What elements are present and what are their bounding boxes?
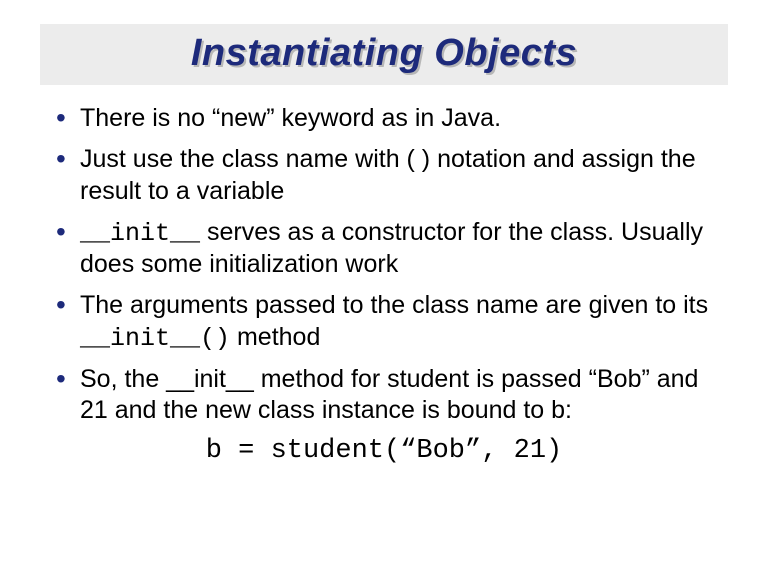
- bullet-4: The arguments passed to the class name a…: [56, 290, 712, 354]
- bullet-1-keyword: new: [220, 104, 266, 132]
- code-line: b = student(“Bob”, 21): [0, 436, 768, 466]
- bullet-4-post: method: [230, 323, 320, 351]
- bullet-5-pre: So, the __init__ method for student is p…: [80, 365, 589, 393]
- bullet-2-text: Just use the class name with ( ) notatio…: [80, 145, 696, 204]
- bullet-4-pre: The arguments passed to the class name a…: [80, 291, 708, 319]
- code-quote-close: ”: [465, 436, 481, 466]
- bullet-5-bob: Bob: [597, 365, 641, 393]
- bullet-1-post: keyword as in Java.: [275, 104, 502, 132]
- bullet-3-code: __init__: [80, 219, 200, 248]
- code-sep: , 21: [481, 436, 546, 466]
- bullet-1: There is no “new” keyword as in Java.: [56, 103, 712, 134]
- bullet-3: __init__ serves as a constructor for the…: [56, 217, 712, 281]
- bullet-4-code: __init__(): [80, 324, 230, 353]
- title-bar: Instantiating Objects: [40, 24, 728, 85]
- code-lhs: b = student(: [206, 436, 400, 466]
- bullet-5: So, the __init__ method for student is p…: [56, 364, 712, 427]
- bullet-5-quote-open: “: [589, 365, 597, 393]
- slide-title: Instantiating Objects: [40, 32, 728, 75]
- bullet-list: There is no “new” keyword as in Java. Ju…: [56, 103, 712, 426]
- bullet-2: Just use the class name with ( ) notatio…: [56, 144, 712, 207]
- bullet-1-pre: There is no: [80, 104, 212, 132]
- code-rparen: ): [546, 436, 562, 466]
- bullet-1-quote-close: ”: [266, 104, 274, 132]
- code-arg1: Bob: [416, 436, 465, 466]
- code-quote-open: “: [400, 436, 416, 466]
- bullet-5-quote-close: ”: [641, 365, 649, 393]
